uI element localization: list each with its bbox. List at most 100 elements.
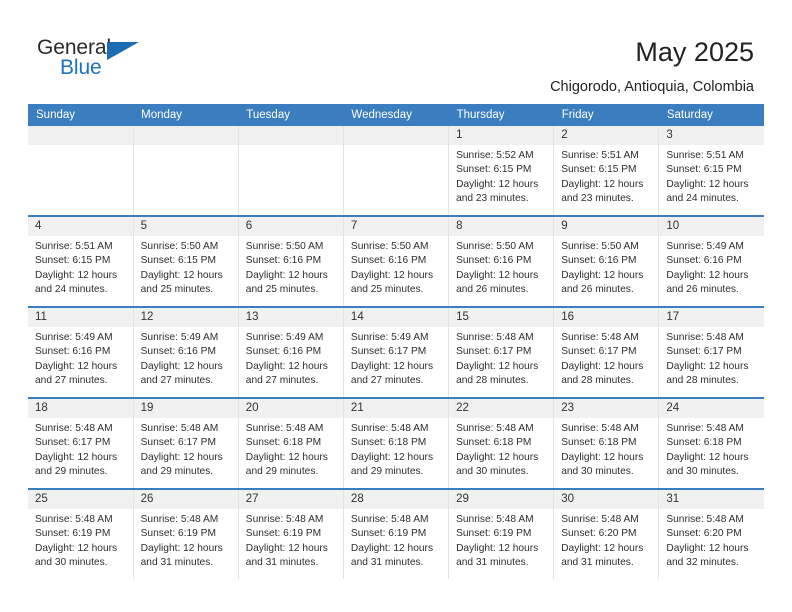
- calendar-day-cell[interactable]: 22 Sunrise: 5:48 AM Sunset: 6:18 PM Dayligh…: [448, 397, 555, 489]
- day-details: Sunrise: 5:48 AM Sunset: 6:19 PM Daylight:…: [344, 509, 448, 571]
- sunrise-text: Sunrise: 5:48 AM: [350, 423, 429, 434]
- calendar-day-cell[interactable]: 2 Sunrise: 5:51 AM Sunset: 6:15 PM Daylight…: [553, 126, 660, 216]
- calendar-day-cell[interactable]: 24 Sunrise: 5:48 AM Sunset: 6:18 PM Dayligh…: [658, 397, 764, 489]
- calendar-day-cell[interactable]: 5 Sunrise: 5:50 AM Sunset: 6:15 PM Daylight…: [133, 215, 239, 307]
- weekday-header-sunday: Sunday: [28, 104, 134, 126]
- sunset-text: Sunset: 6:16 PM: [561, 255, 637, 267]
- sunset-text: Sunset: 6:17 PM: [666, 346, 742, 358]
- sunset-text: Sunset: 6:17 PM: [561, 346, 637, 358]
- calendar-day-cell[interactable]: 4 Sunrise: 5:51 AM Sunset: 6:15 PM Daylight…: [28, 215, 134, 307]
- calendar-day-cell[interactable]: 27 Sunrise: 5:48 AM Sunset: 6:19 PM Dayligh…: [238, 488, 344, 579]
- sunset-text: Sunset: 6:16 PM: [245, 255, 322, 267]
- daylight-text-line1: Daylight: 12 hours: [245, 451, 328, 463]
- calendar-day-cell[interactable]: 10 Sunrise: 5:49 AM Sunset: 6:16 PM Dayligh…: [658, 215, 764, 307]
- day-number: 21: [343, 400, 448, 418]
- triangle-icon: [107, 42, 139, 60]
- calendar-day-cell[interactable]: 8 Sunrise: 5:50 AM Sunset: 6:16 PM Daylight…: [448, 215, 555, 307]
- calendar-day-cell[interactable]: 18 Sunrise: 5:48 AM Sunset: 6:17 PM Dayligh…: [28, 397, 134, 489]
- sunset-text: Sunset: 6:20 PM: [666, 528, 742, 540]
- calendar-body: 1 Sunrise: 5:52 AM Sunset: 6:15 PM Daylight…: [28, 126, 764, 579]
- day-details: Sunrise: 5:52 AM Sunset: 6:15 PM Daylight:…: [449, 145, 553, 207]
- daylight-text-line1: Daylight: 12 hours: [561, 542, 644, 554]
- sunrise-text: Sunrise: 5:48 AM: [561, 514, 639, 525]
- calendar-week-row: 25 Sunrise: 5:48 AM Sunset: 6:19 PM Dayligh…: [28, 488, 764, 579]
- sunset-text: Sunset: 6:19 PM: [35, 528, 111, 540]
- day-details: Sunrise: 5:49 AM Sunset: 6:16 PM Daylight:…: [659, 236, 764, 298]
- sunset-text: Sunset: 6:16 PM: [35, 346, 111, 358]
- weekday-header-friday: Friday: [553, 104, 659, 126]
- sunrise-text: Sunrise: 5:50 AM: [350, 241, 429, 252]
- calendar-day-cell[interactable]: 20 Sunrise: 5:48 AM Sunset: 6:18 PM Dayligh…: [238, 397, 344, 489]
- page-header: General Blue May 2025 Chigorodo, Antioqu…: [0, 0, 792, 104]
- sunset-text: Sunset: 6:16 PM: [245, 346, 322, 358]
- daylight-text-line2: and 31 minutes.: [245, 557, 319, 569]
- calendar-day-cell[interactable]: 23 Sunrise: 5:48 AM Sunset: 6:18 PM Dayligh…: [553, 397, 660, 489]
- daylight-text-line1: Daylight: 12 hours: [561, 451, 644, 463]
- day-number: 7: [343, 218, 448, 236]
- sunrise-text: Sunrise: 5:48 AM: [245, 514, 324, 525]
- day-number: 10: [659, 218, 764, 236]
- day-number: 20: [238, 400, 343, 418]
- daylight-text-line2: and 31 minutes.: [561, 557, 634, 569]
- calendar-day-cell[interactable]: 6 Sunrise: 5:50 AM Sunset: 6:16 PM Daylight…: [238, 215, 344, 307]
- day-details: Sunrise: 5:48 AM Sunset: 6:17 PM Daylight:…: [449, 327, 553, 389]
- calendar-day-cell[interactable]: 7 Sunrise: 5:50 AM Sunset: 6:16 PM Daylight…: [343, 215, 450, 307]
- sunset-text: Sunset: 6:16 PM: [350, 255, 427, 267]
- sunrise-text: Sunrise: 5:48 AM: [561, 423, 639, 434]
- sunset-text: Sunset: 6:15 PM: [666, 164, 742, 176]
- weekday-header-row: Sunday Monday Tuesday Wednesday Thursday…: [28, 104, 764, 126]
- calendar-day-cell[interactable]: 28 Sunrise: 5:48 AM Sunset: 6:19 PM Dayligh…: [343, 488, 450, 579]
- calendar-day-cell[interactable]: 19 Sunrise: 5:48 AM Sunset: 6:17 PM Dayligh…: [133, 397, 239, 489]
- calendar-day-cell[interactable]: 12 Sunrise: 5:49 AM Sunset: 6:16 PM Dayligh…: [133, 306, 239, 398]
- daylight-text-line1: Daylight: 12 hours: [561, 360, 644, 372]
- daylight-text-line2: and 31 minutes.: [350, 557, 424, 569]
- daylight-text-line1: Daylight: 12 hours: [350, 542, 434, 554]
- sunrise-text: Sunrise: 5:51 AM: [666, 150, 744, 161]
- daylight-text-line2: and 30 minutes.: [35, 557, 108, 569]
- daylight-text-line2: and 30 minutes.: [561, 466, 634, 478]
- calendar-day-cell[interactable]: 9 Sunrise: 5:50 AM Sunset: 6:16 PM Daylight…: [553, 215, 660, 307]
- calendar-day-cell[interactable]: 14 Sunrise: 5:49 AM Sunset: 6:17 PM Dayligh…: [343, 306, 450, 398]
- day-details: Sunrise: 5:51 AM Sunset: 6:15 PM Daylight:…: [554, 145, 658, 207]
- calendar-day-cell[interactable]: 16 Sunrise: 5:48 AM Sunset: 6:17 PM Dayligh…: [553, 306, 660, 398]
- day-number: 9: [554, 218, 658, 236]
- day-number: 30: [554, 491, 658, 509]
- calendar-day-cell[interactable]: 17 Sunrise: 5:48 AM Sunset: 6:17 PM Dayligh…: [658, 306, 764, 398]
- day-number: 5: [133, 218, 238, 236]
- calendar-day-cell[interactable]: 26 Sunrise: 5:48 AM Sunset: 6:19 PM Dayligh…: [133, 488, 239, 579]
- day-details: Sunrise: 5:48 AM Sunset: 6:17 PM Daylight:…: [554, 327, 658, 389]
- calendar-day-cell[interactable]: 21 Sunrise: 5:48 AM Sunset: 6:18 PM Dayligh…: [343, 397, 450, 489]
- sunset-text: Sunset: 6:15 PM: [561, 164, 637, 176]
- sunrise-text: Sunrise: 5:49 AM: [245, 332, 324, 343]
- calendar-day-cell[interactable]: 31 Sunrise: 5:48 AM Sunset: 6:20 PM Dayligh…: [658, 488, 764, 579]
- day-details: Sunrise: 5:50 AM Sunset: 6:16 PM Daylight:…: [344, 236, 448, 298]
- day-details: Sunrise: 5:51 AM Sunset: 6:15 PM Daylight:…: [659, 145, 764, 207]
- calendar-day-cell[interactable]: 29 Sunrise: 5:48 AM Sunset: 6:19 PM Dayligh…: [448, 488, 555, 579]
- sunrise-text: Sunrise: 5:48 AM: [666, 514, 744, 525]
- daylight-text-line1: Daylight: 12 hours: [561, 178, 644, 190]
- sunrise-text: Sunrise: 5:49 AM: [140, 332, 219, 343]
- daylight-text-line2: and 29 minutes.: [350, 466, 424, 478]
- sunset-text: Sunset: 6:16 PM: [666, 255, 742, 267]
- general-blue-logo[interactable]: General Blue: [37, 36, 157, 82]
- calendar-day-cell[interactable]: 30 Sunrise: 5:48 AM Sunset: 6:20 PM Dayligh…: [553, 488, 660, 579]
- calendar-day-cell[interactable]: 1 Sunrise: 5:52 AM Sunset: 6:15 PM Daylight…: [448, 126, 555, 216]
- sunrise-text: Sunrise: 5:48 AM: [35, 514, 113, 525]
- day-details: Sunrise: 5:48 AM Sunset: 6:19 PM Daylight:…: [134, 509, 238, 571]
- calendar-day-cell[interactable]: 13 Sunrise: 5:49 AM Sunset: 6:16 PM Dayligh…: [238, 306, 344, 398]
- sunset-text: Sunset: 6:15 PM: [456, 164, 532, 176]
- calendar-day-cell[interactable]: 11 Sunrise: 5:49 AM Sunset: 6:16 PM Dayligh…: [28, 306, 134, 398]
- sunset-text: Sunset: 6:18 PM: [666, 437, 742, 449]
- daylight-text-line2: and 26 minutes.: [666, 284, 739, 296]
- day-details: Sunrise: 5:49 AM Sunset: 6:16 PM Daylight:…: [28, 327, 132, 389]
- day-details: Sunrise: 5:48 AM Sunset: 6:20 PM Daylight:…: [554, 509, 658, 571]
- sunrise-text: Sunrise: 5:48 AM: [456, 423, 534, 434]
- calendar-day-cell[interactable]: 3 Sunrise: 5:51 AM Sunset: 6:15 PM Daylight…: [658, 126, 764, 216]
- sunrise-text: Sunrise: 5:48 AM: [140, 423, 219, 434]
- sunrise-text: Sunrise: 5:50 AM: [245, 241, 324, 252]
- sunrise-text: Sunrise: 5:50 AM: [456, 241, 534, 252]
- page-subtitle: Chigorodo, Antioquia, Colombia: [550, 79, 754, 95]
- calendar-day-cell[interactable]: 25 Sunrise: 5:48 AM Sunset: 6:19 PM Dayligh…: [28, 488, 134, 579]
- calendar-day-cell[interactable]: 15 Sunrise: 5:48 AM Sunset: 6:17 PM Dayligh…: [448, 306, 555, 398]
- day-number: 6: [238, 218, 343, 236]
